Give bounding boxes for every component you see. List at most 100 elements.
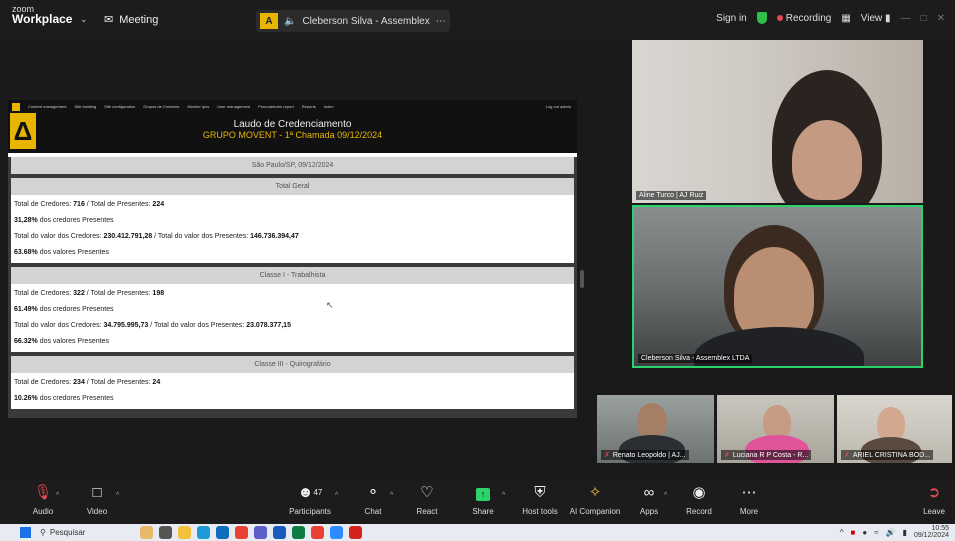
leave-icon: ➲	[927, 484, 941, 501]
section-block: Total de Credores: 716 / Total de Presen…	[11, 195, 574, 263]
line-value: 224	[152, 201, 165, 208]
nav-logout: Log out admin	[545, 104, 571, 109]
sharer-logo-icon: A	[260, 13, 278, 29]
wifi-icon[interactable]: ≈	[874, 528, 878, 537]
ai-companion-button[interactable]: ✧ AI Companion	[568, 484, 622, 518]
chrome-icon[interactable]	[311, 526, 324, 539]
audio-label: Audio	[32, 507, 54, 516]
react-button[interactable]: ♡ React	[410, 484, 444, 518]
nav-item: Index	[323, 104, 334, 109]
report-line: 10.26% dos credores Presentes	[14, 391, 571, 407]
participant-strip: ✗ Renato Leopoldo | AJ... ✗ Luciana R P Co…	[597, 395, 952, 463]
line-value: 34.795.995,73	[103, 322, 149, 329]
participant-name: ✗ Luciana R P Costa - R...	[721, 450, 812, 460]
minimize-icon[interactable]: —	[901, 13, 911, 24]
chrome-icon[interactable]	[235, 526, 248, 539]
report-subtitle: GRUPO MOVENT - 1ª Chamada 09/12/2024	[202, 130, 383, 140]
leave-label: Leave	[923, 507, 945, 516]
meeting-menu[interactable]: ✉ Meeting	[104, 13, 158, 27]
mouse-cursor-icon: ↖	[326, 300, 334, 310]
meeting-icon: ✉	[104, 14, 114, 26]
grid-icon[interactable]: ▦	[841, 13, 850, 24]
top-bar: zoom Workplace ⌄ ✉ Meeting A 🔈 Cleberson…	[0, 0, 955, 40]
chat-caret-icon[interactable]: ^	[390, 492, 393, 499]
host-tools-label: Host tools	[522, 507, 558, 516]
tray-app-icon[interactable]: ■	[851, 528, 856, 537]
line-value: 10.26%	[14, 395, 38, 402]
more-circle-icon[interactable]: ⋯	[436, 16, 446, 27]
section-block: Total de Credores: 322 / Total de Presen…	[11, 284, 574, 352]
line-middle: dos credores Presentes	[37, 395, 114, 402]
report-line: Total do valor dos Credores: 230.412.791…	[14, 229, 571, 245]
zoom-brand: zoom Workplace	[12, 4, 72, 25]
battery-icon[interactable]: ▮	[903, 528, 907, 537]
site-logo-icon	[12, 102, 20, 111]
word-icon[interactable]	[273, 526, 286, 539]
host-tools-button[interactable]: ⛨ Host tools	[518, 484, 562, 518]
sharing-indicator[interactable]: A 🔈 Cleberson Silva - Assemblex ⋯	[256, 10, 450, 32]
report-line: Total de Credores: 716 / Total de Presen…	[14, 197, 571, 213]
taskbar-app-icon[interactable]	[216, 526, 229, 539]
chevron-up-icon[interactable]: ^	[840, 528, 844, 537]
shared-screen[interactable]: Content management Site building Site co…	[8, 100, 577, 418]
taskbar-app-icon[interactable]	[159, 526, 172, 539]
teams-icon[interactable]	[254, 526, 267, 539]
taskbar-app-icon[interactable]	[140, 526, 153, 539]
chevron-down-icon[interactable]: ⌄	[80, 14, 88, 25]
view-button[interactable]: View ▮	[861, 13, 891, 24]
sparkle-icon: ✧	[588, 484, 602, 501]
zoom-window: zoom Workplace ⌄ ✉ Meeting A 🔈 Cleberson…	[0, 0, 955, 541]
video-button[interactable]: □ Video	[80, 484, 114, 518]
mic-off-icon: ✗	[604, 452, 610, 459]
participant-tile[interactable]: ✗ Luciana R P Costa - R...	[717, 395, 834, 463]
participant-tile[interactable]: ✗ ARIEL CRISTINA BOD...	[837, 395, 952, 463]
share-button[interactable]: ↑ Share	[466, 484, 500, 518]
participants-button[interactable]: ☻47 Participants	[283, 484, 337, 518]
line-middle: dos valores Presentes	[37, 249, 109, 256]
edge-icon[interactable]	[197, 526, 210, 539]
top-right-controls: Sign in Recording ▦ View ▮ — □ ✕	[716, 12, 945, 24]
apps-icon: ∞	[643, 484, 655, 501]
restore-icon[interactable]: □	[921, 13, 927, 24]
splitter-handle[interactable]	[580, 270, 584, 288]
video-options-caret-icon[interactable]: ^	[116, 492, 119, 499]
volume-icon[interactable]: 🔊	[886, 528, 896, 537]
participants-caret-icon[interactable]: ^	[335, 492, 338, 499]
excel-icon[interactable]	[292, 526, 305, 539]
participants-label: Participants	[289, 507, 331, 516]
taskbar-search[interactable]: ⚲ Pesquisar	[40, 526, 130, 539]
recording-indicator[interactable]: Recording	[776, 12, 832, 24]
sign-in-link[interactable]: Sign in	[716, 13, 747, 24]
audio-options-caret-icon[interactable]: ^	[56, 492, 59, 499]
participant-tile[interactable]: Aline Turco | AJ Ruiz	[632, 40, 923, 203]
section-block: Total de Credores: 234 / Total de Presen…	[11, 373, 574, 409]
more-button[interactable]: ⋯ More	[732, 484, 766, 518]
folder-icon[interactable]	[178, 526, 191, 539]
participant-tile[interactable]: ✗ Renato Leopoldo | AJ...	[597, 395, 714, 463]
recording-label: Recording	[785, 12, 832, 24]
line-middle: dos credores Presentes	[37, 306, 114, 313]
close-icon[interactable]: ✕	[937, 13, 945, 24]
chat-button[interactable]: ⚬ Chat	[356, 484, 390, 518]
record-button[interactable]: ◉ Record	[682, 484, 716, 518]
clock-time: 10:55	[931, 525, 949, 532]
speaker-icon: 🔈	[284, 15, 297, 27]
leave-button[interactable]: ➲ Leave	[918, 484, 950, 518]
participant-name-text: Renato Leopoldo | AJ...	[612, 452, 686, 459]
apps-button[interactable]: ∞ Apps	[632, 484, 666, 518]
line-value: 716	[73, 201, 85, 208]
apps-caret-icon[interactable]: ^	[664, 492, 667, 499]
zoom-icon[interactable]	[330, 526, 343, 539]
share-caret-icon[interactable]: ^	[502, 492, 505, 499]
nav-item: Monitor Ipcs	[187, 104, 210, 109]
line-middle: / Total de Presentes:	[84, 201, 153, 208]
clock[interactable]: 10:55 09/12/2024	[914, 525, 949, 539]
audio-button[interactable]: 🎙 Audio	[26, 484, 60, 518]
line-prefix: Total do valor dos Credores:	[14, 233, 104, 240]
acrobat-icon[interactable]	[349, 526, 362, 539]
security-shield-icon[interactable]	[756, 12, 767, 24]
participant-tile-active[interactable]: Cleberson Silva - Assemblex LTDA	[632, 205, 923, 368]
tray-app-icon[interactable]: ●	[862, 528, 867, 537]
report-body: São Paulo/SP, 09/12/2024 Total Geral Tota…	[8, 157, 577, 418]
windows-start-icon[interactable]	[20, 527, 31, 538]
